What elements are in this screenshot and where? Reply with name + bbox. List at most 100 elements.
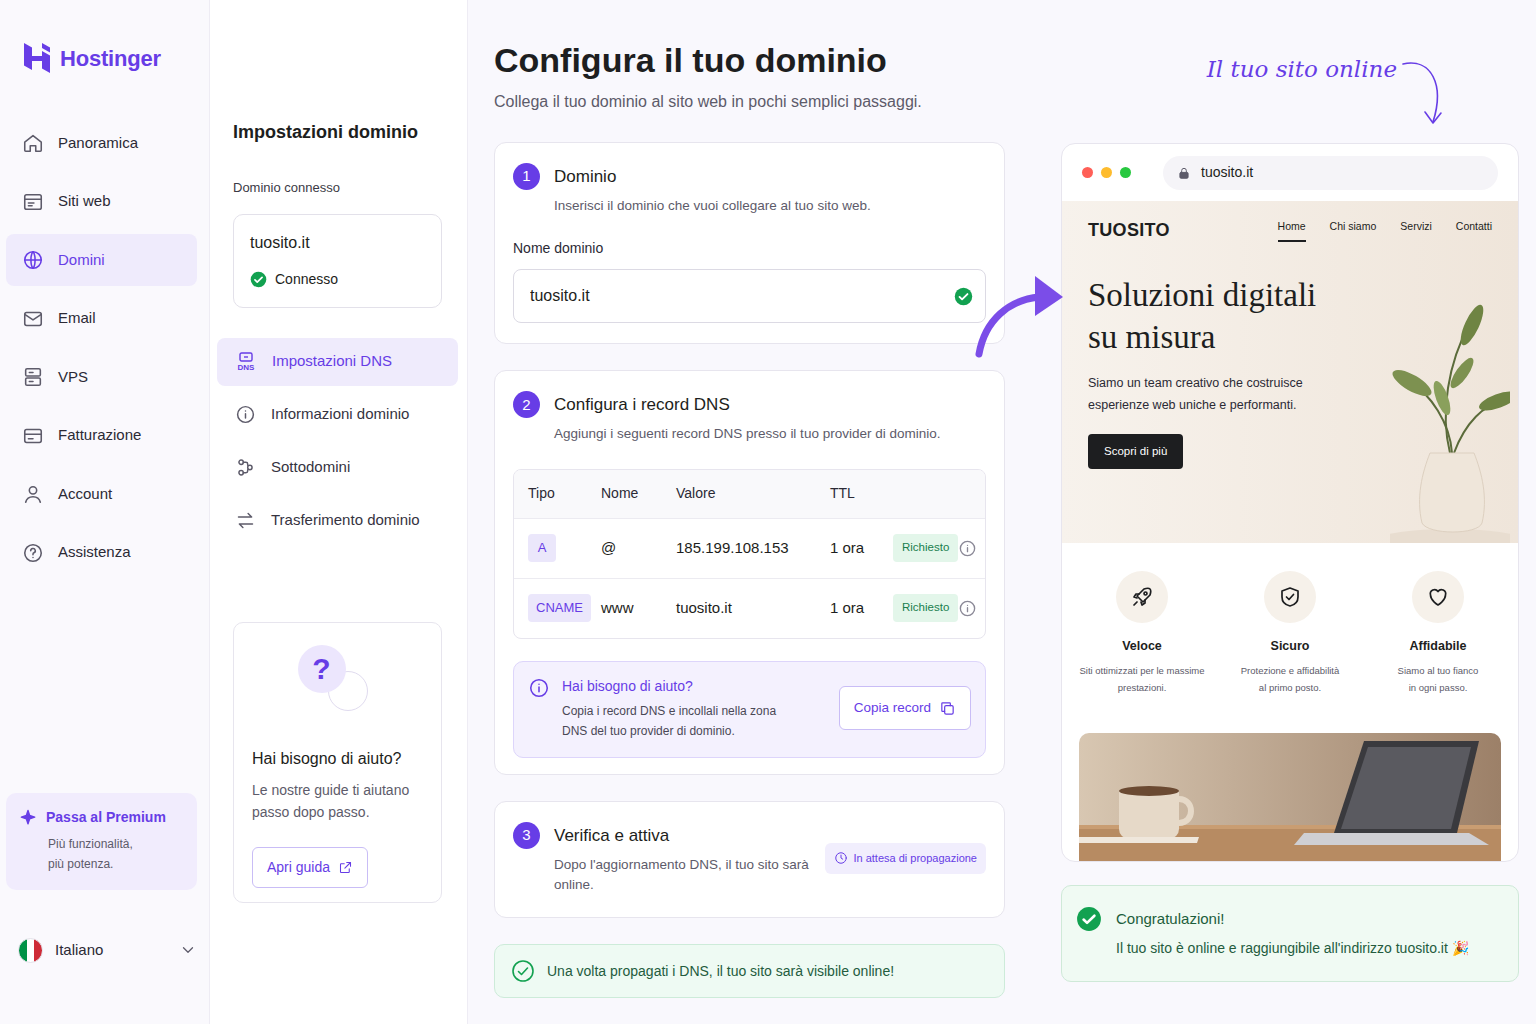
website-icon: [22, 191, 44, 213]
info-icon: [235, 404, 256, 425]
check-icon: [1076, 906, 1102, 932]
column-header: Valore: [676, 483, 830, 504]
page-subtitle: Collega il tuo dominio al sito web in po…: [494, 92, 1005, 112]
language-selector[interactable]: Italiano: [18, 930, 197, 970]
domain-menu-item[interactable]: DNSImpostazioni DNS: [217, 338, 458, 386]
record-ttl: 1 ora: [830, 597, 893, 620]
sidebar-item[interactable]: Domini: [6, 234, 197, 286]
italy-flag-icon: [18, 938, 43, 963]
hero-title: su misura: [1088, 316, 1390, 358]
brand-logo[interactable]: Hostinger: [6, 0, 197, 78]
sidebar-item-label: Assistenza: [58, 541, 131, 564]
step-description: Aggiungi i seguenti record DNS presso il…: [554, 424, 940, 444]
step-title: Verifica e attiva: [554, 822, 815, 849]
help-card: ?Hai bisogno di aiuto?Le nostre guide ti…: [233, 622, 442, 903]
domain-settings-panel: Impostazioni dominioDominio connessotuos…: [209, 0, 468, 1024]
premium-card[interactable]: Passa al PremiumPiù funzionalità,più pot…: [6, 793, 197, 890]
sidebar-item[interactable]: Fatturazione: [6, 410, 197, 462]
mail-icon: [22, 308, 44, 330]
feature-item: VeloceSiti ottimizzati per le massimepre…: [1068, 571, 1216, 733]
rocket-icon: [1130, 585, 1154, 609]
preview-annotation: Il tuo sito online: [1207, 52, 1397, 87]
table-header: TipoNomeValoreTTL: [514, 470, 985, 518]
site-nav-item[interactable]: Servizi: [1400, 219, 1432, 243]
propagation-badge: In attesa di propagazione: [825, 843, 986, 874]
minimize-dot-icon: [1101, 167, 1112, 178]
domain-input[interactable]: [528, 283, 954, 309]
learn-more-button[interactable]: Scopri di più: [1088, 434, 1183, 469]
step-number: 1: [513, 163, 540, 190]
info-icon: [528, 677, 550, 699]
domain-menu-item[interactable]: Informazioni dominio: [217, 391, 458, 439]
domain-field[interactable]: [513, 269, 986, 323]
propagation-notice: Una volta propagati i DNS, il tuo sito s…: [494, 944, 1005, 998]
help-box-title: Hai bisogno di aiuto?: [562, 676, 827, 697]
domain-name: tuosito.it: [250, 231, 425, 255]
site-nav-item[interactable]: Contatti: [1456, 219, 1492, 243]
clock-icon: [834, 851, 848, 865]
domain-menu-item[interactable]: Trasferimento dominio: [217, 497, 458, 545]
domain-menu-label: Trasferimento dominio: [271, 509, 420, 532]
shield-icon: [1278, 585, 1302, 609]
feature-text: Protezione e affidabilità: [1219, 662, 1361, 679]
sidebar-item[interactable]: Assistenza: [6, 527, 197, 579]
sidebar-item[interactable]: VPS: [6, 351, 197, 403]
transfer-icon: [235, 510, 256, 531]
feature-text: prestazioni.: [1071, 679, 1213, 696]
required-badge: Richiesto: [893, 534, 958, 561]
chevron-down-icon: [179, 941, 197, 959]
curved-arrow-icon: [1401, 52, 1449, 130]
sidebar-item[interactable]: Panoramica: [6, 117, 197, 169]
step-description: Dopo l'aggiornamento DNS, il tuo sito sa…: [554, 855, 815, 896]
heart-icon: [1426, 585, 1450, 609]
step-number: 2: [513, 391, 540, 418]
open-guide-button[interactable]: Apri guida: [252, 847, 368, 888]
feature-title: Affidabile: [1367, 637, 1509, 656]
sidebar-item[interactable]: Siti web: [6, 176, 197, 228]
sidebar-item[interactable]: Account: [6, 468, 197, 520]
step-title: Configura i record DNS: [554, 391, 940, 418]
main-nav: Panoramica Siti web Domini Email VPS Fatturaz…: [6, 117, 197, 579]
step-title: Dominio: [554, 163, 871, 190]
lock-icon: [1177, 166, 1191, 180]
step-number: 3: [513, 822, 540, 849]
check-icon: [954, 287, 973, 306]
sidebar: Hostinger Panoramica Siti web Domini Email VP…: [0, 0, 209, 1024]
help-title: Hai bisogno di aiuto?: [252, 747, 423, 771]
home-icon: [22, 132, 44, 154]
sidebar-item[interactable]: Email: [6, 293, 197, 345]
connected-domain-card: tuosito.itConnesso: [233, 214, 442, 308]
sparkle-icon: [18, 808, 38, 828]
invoice-icon: [22, 425, 44, 447]
success-title: Congratulazioni!: [1116, 906, 1469, 932]
record-type: A: [528, 534, 556, 562]
page-title: Configura il tuo dominio: [494, 40, 1005, 80]
premium-title: Passa al Premium: [46, 807, 166, 828]
sidebar-item-label: Siti web: [58, 190, 111, 213]
dns-icon-label: DNS: [238, 364, 255, 372]
address-bar[interactable]: tuosito.it: [1163, 156, 1498, 190]
question-bubble-icon: ?: [298, 645, 378, 717]
help-box-text: Copia i record DNS e incollali nella zon…: [562, 701, 827, 721]
maximize-dot-icon: [1120, 167, 1131, 178]
success-message: Congratulazioni!Il tuo sito è online e r…: [1061, 885, 1519, 982]
hero-title: Soluzioni digitali: [1088, 274, 1390, 316]
dns-table: TipoNomeValoreTTLA@185.199.108.1531 oraR…: [513, 469, 986, 639]
dns-step-card: 2 Configura i record DNS Aggiungi i seguen…: [494, 370, 1005, 774]
open-guide-label: Apri guida: [267, 857, 330, 878]
check-icon: [250, 271, 267, 288]
feature-text: Siamo al tuo fianco: [1367, 662, 1509, 679]
copy-icon: [939, 700, 956, 717]
record-value: tuosito.it: [676, 597, 830, 620]
domain-menu-item[interactable]: Sottodomini: [217, 444, 458, 492]
panel-title: Impostazioni dominio: [233, 120, 442, 144]
language-label: Italiano: [55, 939, 103, 962]
record-name: @: [601, 537, 676, 560]
copy-records-button[interactable]: Copia record: [839, 686, 971, 730]
notice-text: Una volta propagati i DNS, il tuo sito s…: [547, 961, 894, 982]
feature-text: in ogni passo.: [1367, 679, 1509, 696]
hero-text: esperienze web uniche e performanti.: [1088, 394, 1390, 416]
site-nav-item[interactable]: Chi siamo: [1330, 219, 1377, 243]
site-nav-item[interactable]: Home: [1278, 219, 1306, 243]
workspace-photo: [1079, 733, 1501, 861]
